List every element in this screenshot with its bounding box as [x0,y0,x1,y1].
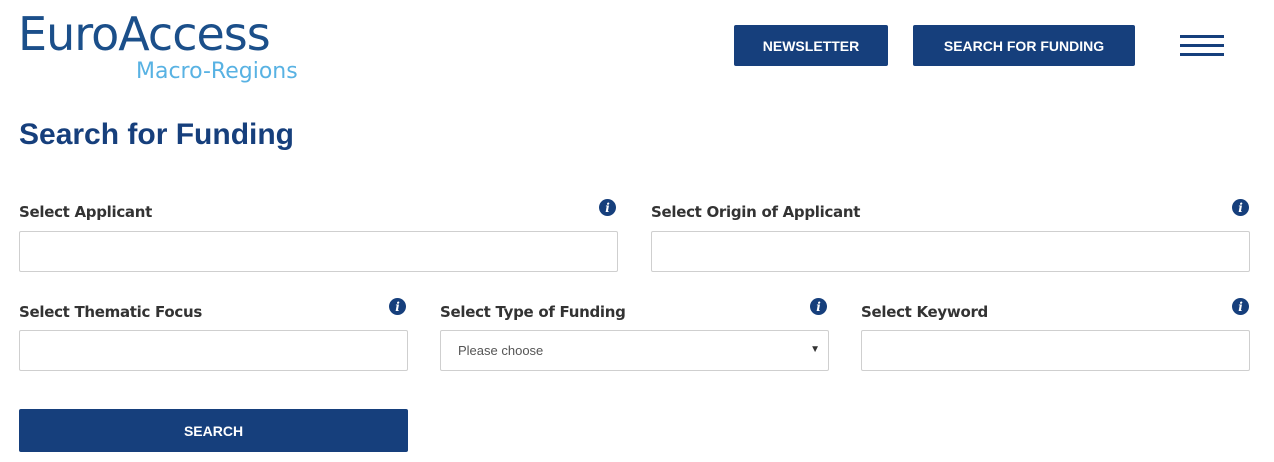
funding-type-select[interactable]: Please choose ▼ [440,330,829,371]
search-for-funding-button[interactable]: SEARCH FOR FUNDING [913,25,1135,66]
page-title: Search for Funding [19,118,295,151]
logo[interactable]: EuroAccess Macro-Regions [18,6,318,90]
keyword-field[interactable] [861,330,1250,371]
applicant-field[interactable] [19,231,618,272]
origin-field[interactable] [651,231,1250,272]
funding-type-selected: Please choose [458,343,544,358]
thematic-input[interactable] [20,331,407,370]
info-icon[interactable]: i [599,199,616,216]
applicant-label: Select Applicant [19,203,153,221]
hamburger-menu-icon[interactable] [1180,32,1224,60]
logo-sub-text: Macro-Regions [136,59,298,84]
logo-main-text: EuroAccess [18,7,271,61]
thematic-field[interactable] [19,330,408,371]
info-icon[interactable]: i [389,298,406,315]
keyword-input[interactable] [862,331,1249,370]
origin-input[interactable] [652,232,1249,271]
funding-type-label: Select Type of Funding [440,303,626,321]
info-icon[interactable]: i [1232,199,1249,216]
origin-label: Select Origin of Applicant [651,203,861,221]
search-button[interactable]: SEARCH [19,409,408,452]
info-icon[interactable]: i [810,298,827,315]
chevron-down-icon: ▼ [810,344,820,355]
applicant-input[interactable] [20,232,617,271]
keyword-label: Select Keyword [861,303,988,321]
thematic-label: Select Thematic Focus [19,303,202,321]
info-icon[interactable]: i [1232,298,1249,315]
newsletter-button[interactable]: NEWSLETTER [734,25,888,66]
